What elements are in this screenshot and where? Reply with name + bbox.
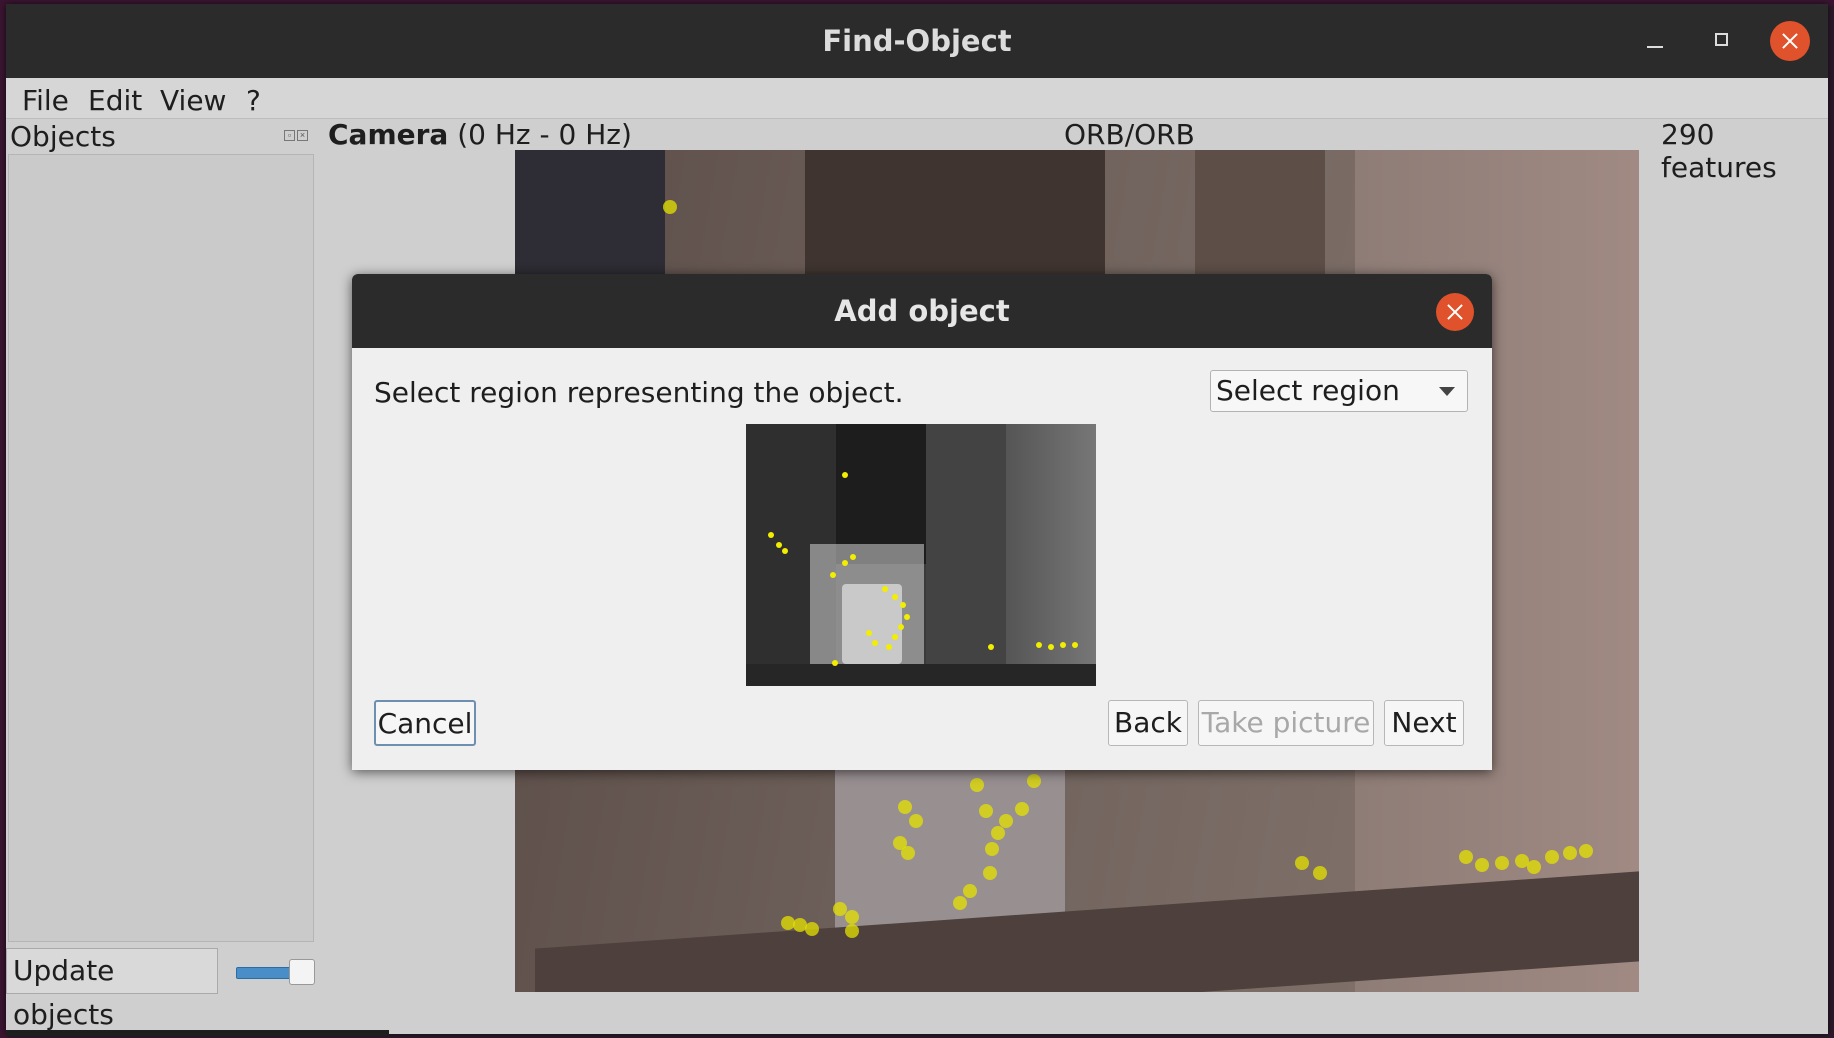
feature-point [882, 586, 888, 592]
camera-header: Camera (0 Hz - 0 Hz) [328, 118, 632, 151]
feature-point [782, 548, 788, 554]
preview-scene-cabinet [836, 424, 926, 564]
objects-dock-title: Objects [10, 120, 116, 153]
feature-point [1545, 850, 1559, 864]
feature-point [1475, 858, 1489, 872]
feature-point [1060, 642, 1066, 648]
feature-point [830, 572, 836, 578]
dialog-title: Add object [834, 294, 1010, 328]
feature-point [768, 532, 774, 538]
feature-point [892, 634, 898, 640]
preview-scene-shelf [746, 664, 1096, 686]
dialog-close-icon[interactable] [1436, 293, 1474, 331]
feature-point [805, 922, 819, 936]
dock-close-icon[interactable]: × [297, 130, 308, 141]
feature-point [845, 924, 859, 938]
feature-point [898, 800, 912, 814]
window-title: Find-Object [822, 24, 1012, 58]
feature-point [979, 804, 993, 818]
feature-point [904, 614, 910, 620]
feature-point [845, 910, 859, 924]
slider-track [236, 967, 295, 979]
dock-controls: ▫ × [284, 129, 314, 143]
feature-point [988, 644, 994, 650]
status-bar [6, 1030, 389, 1036]
menu-file[interactable]: File [22, 84, 69, 117]
update-objects-button[interactable]: Update objects [6, 948, 218, 1031]
menu-view[interactable]: View [160, 84, 226, 117]
dialog-titlebar[interactable]: Add object [352, 274, 1492, 348]
feature-point [1495, 856, 1509, 870]
objects-slider[interactable] [232, 959, 315, 985]
feature-point [953, 896, 967, 910]
back-button[interactable]: Back [1108, 700, 1188, 746]
cancel-button[interactable]: Cancel [374, 700, 476, 746]
feature-point [1579, 844, 1593, 858]
feature-point [900, 602, 906, 608]
feature-point [1072, 642, 1078, 648]
menubar: File Edit View ? [6, 78, 1828, 119]
feature-point [842, 560, 848, 566]
slider-handle[interactable] [289, 959, 315, 985]
dialog-instruction: Select region representing the object. [374, 376, 904, 409]
take-picture-button[interactable]: Take picture [1198, 700, 1374, 746]
feature-point [1036, 642, 1042, 648]
feature-point [663, 200, 677, 214]
feature-point [909, 814, 923, 828]
find-object-window: Find-Object File Edit View ? Objects ▫ × … [6, 4, 1828, 1036]
camera-scene-panel [1195, 150, 1325, 290]
feature-point [886, 644, 892, 650]
camera-rate: (0 Hz - 0 Hz) [457, 118, 632, 151]
select-region-value: Select region [1216, 374, 1400, 407]
feature-point [898, 624, 904, 630]
feature-point [1015, 802, 1029, 816]
menu-help[interactable]: ? [246, 84, 261, 117]
feature-point [872, 640, 878, 646]
feature-point [776, 542, 782, 548]
feature-point [832, 660, 838, 666]
camera-scene-wall [515, 150, 665, 290]
objects-list[interactable] [8, 154, 314, 942]
close-icon[interactable] [1770, 21, 1810, 61]
feature-point [892, 594, 898, 600]
feature-point [1048, 644, 1054, 650]
feature-point [1313, 866, 1327, 880]
feature-point [963, 884, 977, 898]
chevron-down-icon [1439, 387, 1455, 396]
feature-point [970, 778, 984, 792]
feature-point [999, 814, 1013, 828]
select-region-dropdown[interactable]: Select region [1210, 370, 1468, 412]
maximize-icon[interactable] [1703, 22, 1741, 60]
feature-point [1563, 846, 1577, 860]
add-object-dialog: Add object Select region representing th… [352, 274, 1492, 770]
menu-edit[interactable]: Edit [88, 84, 142, 117]
feature-point [842, 472, 848, 478]
window-titlebar[interactable]: Find-Object [6, 4, 1828, 79]
feature-point [983, 866, 997, 880]
feature-point [1027, 774, 1041, 788]
feature-point [1459, 850, 1473, 864]
minimize-icon[interactable] [1636, 22, 1674, 60]
features-count: 290 features [1661, 118, 1777, 184]
next-button[interactable]: Next [1384, 700, 1464, 746]
feature-point [1527, 860, 1541, 874]
object-preview-image[interactable] [746, 424, 1096, 686]
feature-point [866, 630, 872, 636]
feature-point [1295, 856, 1309, 870]
dock-float-icon[interactable]: ▫ [284, 130, 295, 141]
detector-label: ORB/ORB [1064, 118, 1195, 151]
camera-scene-cabinet [805, 150, 1105, 290]
camera-title: Camera [328, 118, 449, 151]
feature-point [850, 554, 856, 560]
feature-point [901, 846, 915, 860]
feature-point [991, 826, 1005, 840]
feature-point [985, 842, 999, 856]
